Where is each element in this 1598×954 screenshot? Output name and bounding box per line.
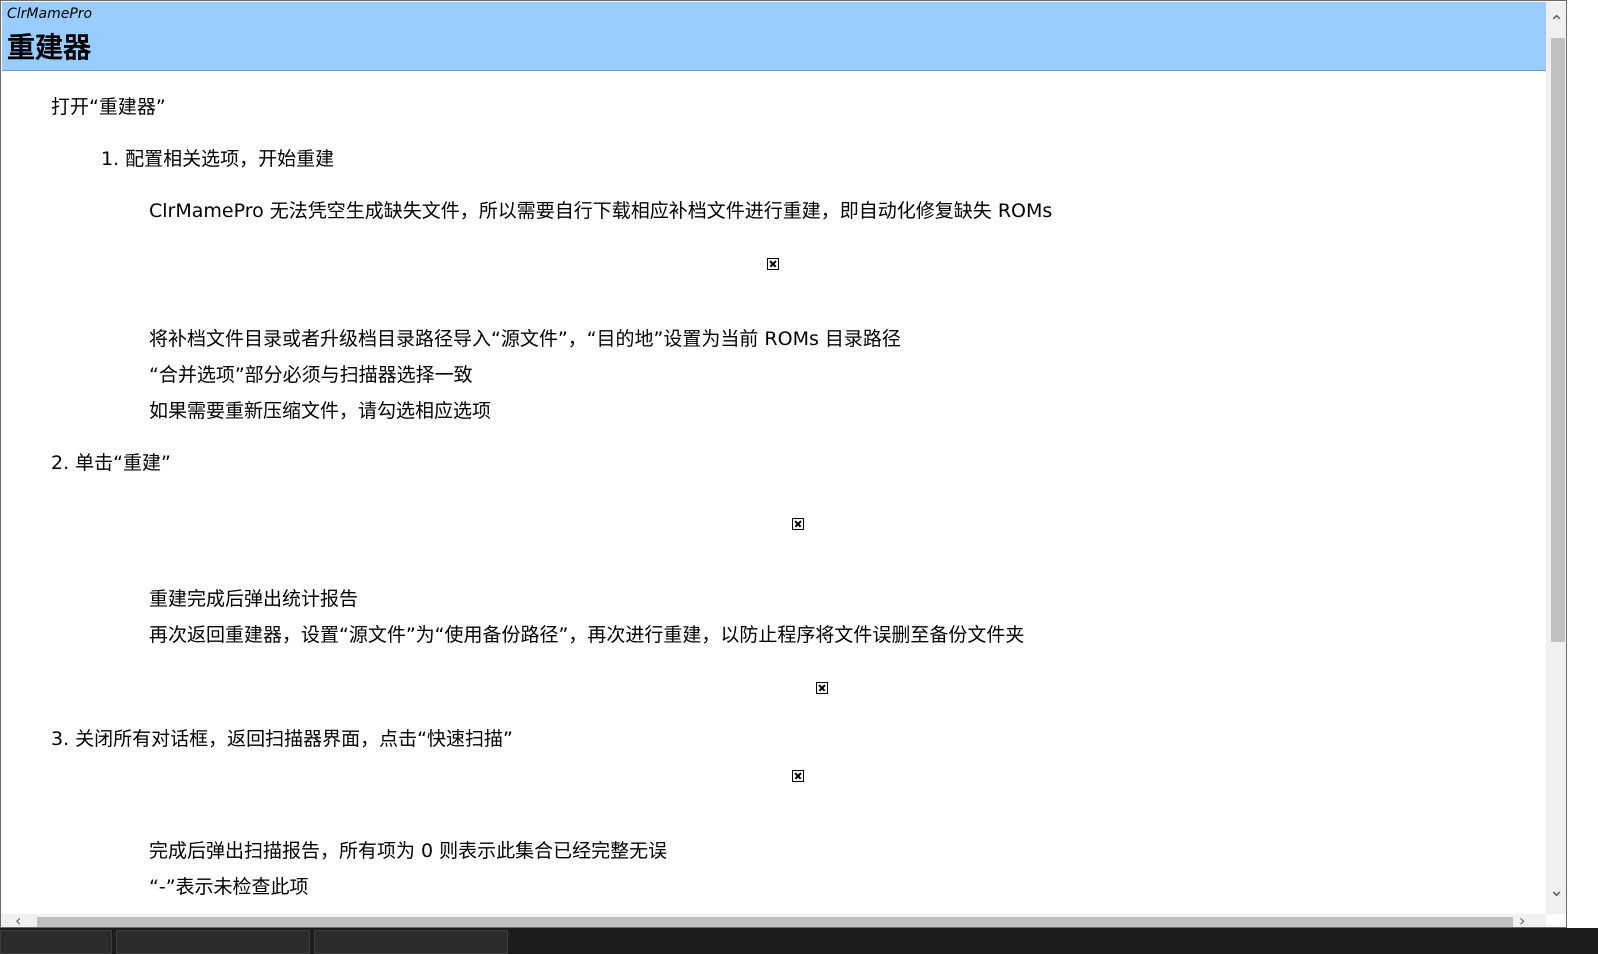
chevron-left-icon[interactable]: ‹ (15, 912, 21, 928)
step-1-line-3: 如果需要重新压缩文件，请勾选相应选项 (149, 400, 492, 422)
horizontal-scrollbar[interactable]: ‹ › (1, 912, 1546, 928)
step-1-heading: 1. 配置相关选项，开始重建 (101, 148, 335, 170)
step-2-heading: 2. 单击“重建” (51, 452, 171, 474)
broken-image-icon (816, 682, 828, 694)
chevron-up-icon[interactable]: ⌃ (1549, 14, 1564, 32)
app-name: ClrMamePro (7, 6, 93, 22)
broken-image-icon (767, 258, 779, 270)
page-header: ClrMamePro 重建器 (2, 2, 1546, 71)
taskbar-item[interactable] (0, 930, 112, 954)
intro-text: 打开“重建器” (51, 96, 166, 118)
broken-image-icon (792, 770, 804, 782)
taskbar-item[interactable] (314, 930, 508, 954)
chevron-right-icon[interactable]: › (1519, 912, 1525, 928)
broken-image-icon (792, 518, 804, 530)
vertical-scroll-thumb[interactable] (1551, 38, 1565, 642)
help-window: ClrMamePro 重建器 打开“重建器” 1. 配置相关选项，开始重建 Cl… (0, 0, 1567, 928)
chevron-down-icon[interactable]: ⌄ (1549, 882, 1564, 900)
page-title: 重建器 (7, 31, 92, 64)
horizontal-scroll-thumb[interactable] (37, 917, 1513, 927)
taskbar (0, 928, 1598, 954)
taskbar-item[interactable] (116, 930, 310, 954)
step-3-line-2: “-”表示未检查此项 (149, 876, 309, 898)
step-1-line-2: “合并选项”部分必须与扫描器选择一致 (149, 364, 473, 386)
help-content: 打开“重建器” 1. 配置相关选项，开始重建 ClrMamePro 无法凭空生成… (1, 71, 1546, 915)
step-3-heading: 3. 关闭所有对话框，返回扫描器界面，点击“快速扫描” (51, 728, 513, 750)
step-1-line-1: 将补档文件目录或者升级档目录路径导入“源文件”，“目的地”设置为当前 ROMs … (149, 328, 901, 350)
vertical-scrollbar[interactable]: ⌃ ⌄ (1546, 2, 1566, 914)
step-1-note: ClrMamePro 无法凭空生成缺失文件，所以需要自行下载相应补档文件进行重建… (149, 200, 1053, 222)
step-2-line-1: 重建完成后弹出统计报告 (149, 588, 359, 610)
step-2-line-2: 再次返回重建器，设置“源文件”为“使用备份路径”，再次进行重建，以防止程序将文件… (149, 624, 1025, 646)
step-3-line-1: 完成后弹出扫描报告，所有项为 0 则表示此集合已经完整无误 (149, 840, 668, 862)
